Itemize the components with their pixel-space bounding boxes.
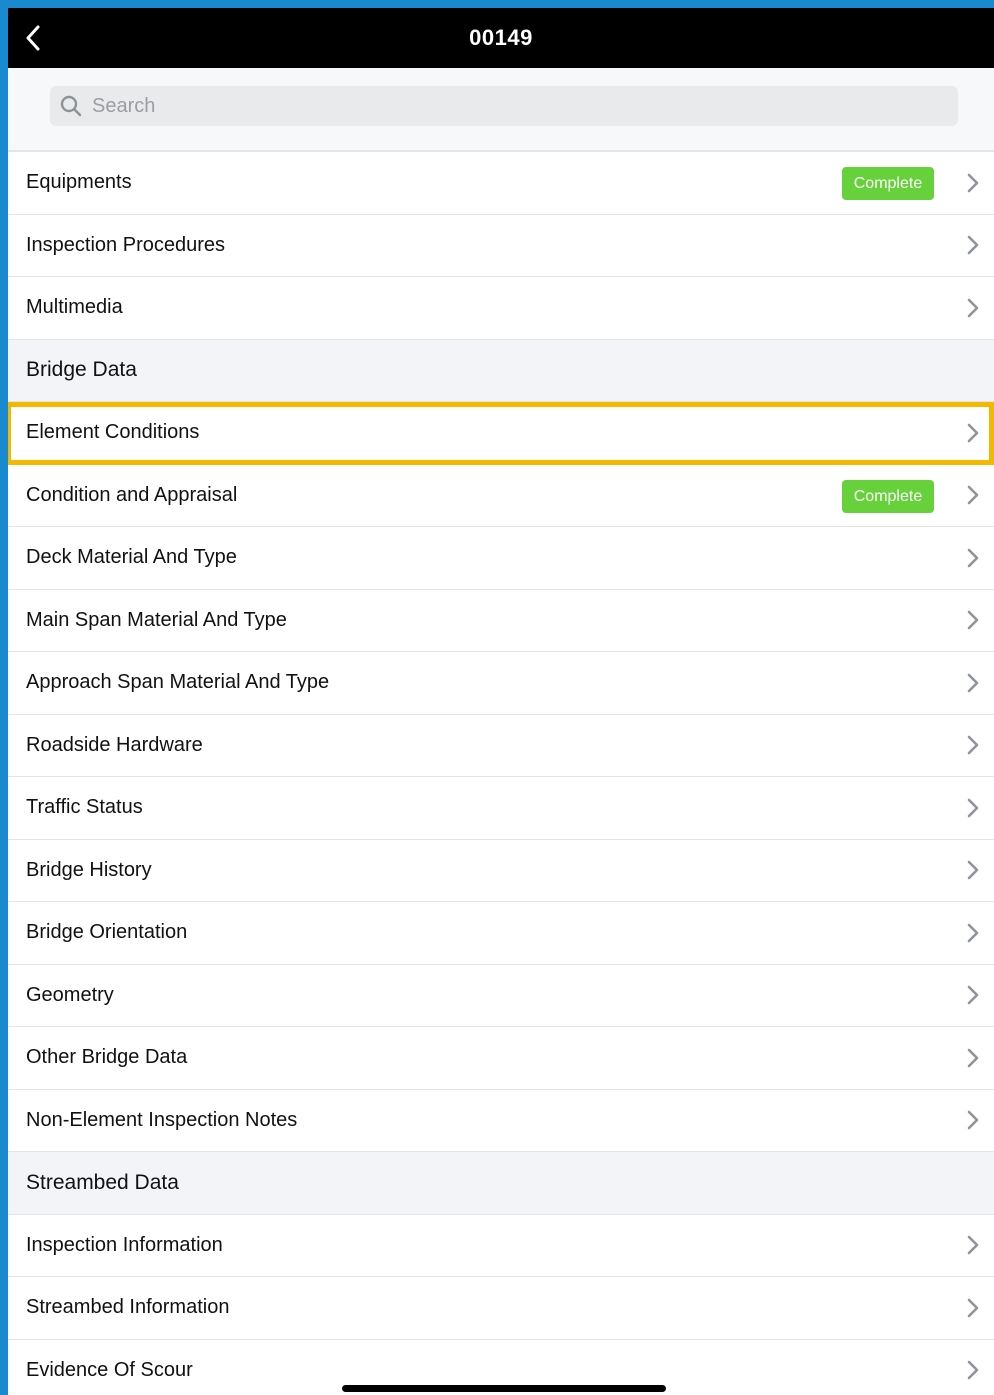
list-item[interactable]: Other Bridge Data: [8, 1027, 994, 1090]
list-item-label: Evidence Of Scour: [26, 1358, 193, 1381]
list-item-label: Traffic Status: [26, 796, 143, 819]
search-bar[interactable]: [50, 86, 958, 126]
list-item[interactable]: Bridge Orientation: [8, 902, 994, 965]
chevron-right-icon: [967, 423, 979, 443]
chevron-right-icon: [967, 298, 979, 318]
page-title: 00149: [469, 25, 533, 50]
section-header-label: Streambed Data: [26, 1170, 179, 1194]
list-item[interactable]: Inspection Information: [8, 1214, 994, 1277]
list-item-label: Other Bridge Data: [26, 1046, 188, 1069]
list-item-label: Roadside Hardware: [26, 733, 203, 756]
list-item[interactable]: Deck Material And Type: [8, 527, 994, 590]
status-badge: Complete: [842, 479, 934, 513]
search-icon: [60, 95, 82, 117]
chevron-right-icon: [967, 798, 979, 818]
list-item-label: Equipments: [26, 171, 132, 194]
chevron-right-icon: [967, 235, 979, 255]
list-item-label: Non-Element Inspection Notes: [26, 1108, 298, 1131]
list-item[interactable]: Streambed Information: [8, 1277, 994, 1340]
chevron-right-icon: [967, 985, 979, 1005]
list-item[interactable]: Approach Span Material And Type: [8, 652, 994, 715]
list-item-label: Bridge Orientation: [26, 921, 188, 944]
list-item[interactable]: Roadside Hardware: [8, 714, 994, 777]
list-item[interactable]: Condition and Appraisal Complete: [8, 464, 994, 527]
home-indicator: [342, 1385, 666, 1392]
chevron-right-icon: [967, 860, 979, 880]
chevron-right-icon: [967, 1110, 979, 1130]
search-bar-container: [8, 68, 994, 152]
list-item[interactable]: Multimedia: [8, 277, 994, 340]
list-item-label: Approach Span Material And Type: [26, 671, 330, 694]
list-item-label: Deck Material And Type: [26, 546, 237, 569]
chevron-right-icon: [967, 735, 979, 755]
list-item[interactable]: Bridge History: [8, 839, 994, 902]
chevron-right-icon: [967, 1298, 979, 1318]
chevron-right-icon: [967, 485, 979, 505]
navigation-bar: 00149: [8, 8, 994, 68]
list-item[interactable]: Element Conditions: [8, 402, 994, 465]
list-item-label: Streambed Information: [26, 1296, 230, 1319]
list-item-label: Element Conditions: [26, 421, 200, 444]
list-item-label: Geometry: [26, 983, 114, 1006]
list-item-label: Multimedia: [26, 296, 123, 319]
list-item-label: Condition and Appraisal: [26, 483, 238, 506]
chevron-right-icon: [967, 173, 979, 193]
app-frame: 00149 Equipments Complete Inspection Proce…: [8, 8, 994, 1395]
chevron-right-icon: [967, 1048, 979, 1068]
section-header-label: Bridge Data: [26, 358, 137, 382]
chevron-right-icon: [967, 610, 979, 630]
chevron-right-icon: [967, 1360, 979, 1380]
list-item[interactable]: Inspection Procedures: [8, 214, 994, 277]
list-item-label: Inspection Procedures: [26, 233, 226, 256]
list-item[interactable]: Equipments Complete: [8, 152, 994, 215]
menu-list: Equipments Complete Inspection Procedures M…: [8, 152, 994, 1395]
status-badge: Complete: [842, 167, 934, 200]
search-input[interactable]: [92, 94, 912, 118]
list-item-label: Inspection Information: [26, 1233, 223, 1256]
chevron-right-icon: [967, 548, 979, 568]
list-item[interactable]: Main Span Material And Type: [8, 589, 994, 652]
list-item-label: Bridge History: [26, 858, 152, 881]
chevron-right-icon: [967, 923, 979, 943]
list-item[interactable]: Traffic Status: [8, 777, 994, 840]
list-item-label: Main Span Material And Type: [26, 608, 287, 631]
list-item[interactable]: Non-Element Inspection Notes: [8, 1089, 994, 1152]
section-header: Bridge Data: [8, 339, 994, 402]
chevron-right-icon: [967, 673, 979, 693]
list-item[interactable]: Geometry: [8, 964, 994, 1027]
chevron-right-icon: [967, 1235, 979, 1255]
section-header: Streambed Data: [8, 1152, 994, 1215]
